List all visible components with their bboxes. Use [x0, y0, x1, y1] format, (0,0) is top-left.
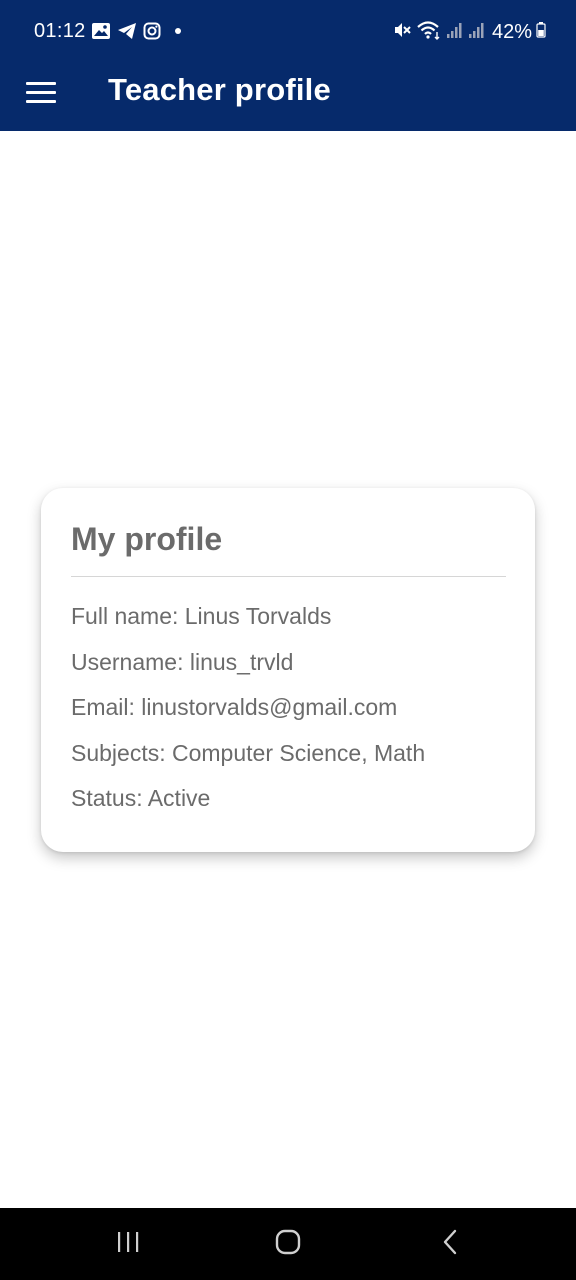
notification-dot-icon	[175, 28, 181, 34]
username-field: Username: linus_trvld	[71, 648, 294, 675]
back-icon	[440, 1228, 460, 1261]
signal-icon-2	[468, 20, 486, 45]
profile-fields: Full name: Linus Torvalds Username: linu…	[71, 603, 425, 831]
profile-card: My profile Full name: Linus Torvalds Use…	[41, 488, 535, 852]
mute-icon	[392, 20, 412, 45]
screen: 01:12 42% Teacher profile My profile Ful…	[0, 0, 576, 1280]
recents-icon	[115, 1230, 141, 1259]
status-bar: 01:12 42%	[0, 0, 576, 64]
home-icon	[274, 1228, 302, 1261]
battery-percentage: 42%	[491, 21, 532, 43]
instagram-icon	[143, 22, 161, 40]
status-system-icons: 42%	[392, 20, 546, 45]
gallery-icon	[91, 22, 111, 40]
subjects-field: Subjects: Computer Science, Math	[71, 739, 426, 766]
app-bar: Teacher profile	[0, 64, 576, 131]
card-divider	[71, 576, 506, 577]
signal-icon	[446, 20, 464, 45]
wifi-icon	[416, 20, 442, 45]
telegram-icon	[117, 22, 137, 40]
back-button[interactable]	[410, 1208, 490, 1280]
card-title: My profile	[71, 521, 223, 557]
page-title: Teacher profile	[108, 72, 331, 107]
email-field: Email: linustorvalds@gmail.com	[71, 694, 398, 720]
system-nav-bar	[0, 1208, 576, 1280]
hamburger-menu-icon[interactable]	[26, 78, 58, 106]
status-field: Status: Active	[71, 785, 211, 811]
battery-charging-icon	[536, 22, 546, 43]
status-time: 01:12	[34, 20, 86, 42]
full-name-field: Full name: Linus Torvalds	[71, 603, 332, 629]
recents-button[interactable]	[88, 1208, 168, 1280]
status-notification-icons	[91, 22, 181, 40]
top-header: 01:12 42% Teacher profile	[0, 0, 576, 131]
home-button[interactable]	[248, 1208, 328, 1280]
